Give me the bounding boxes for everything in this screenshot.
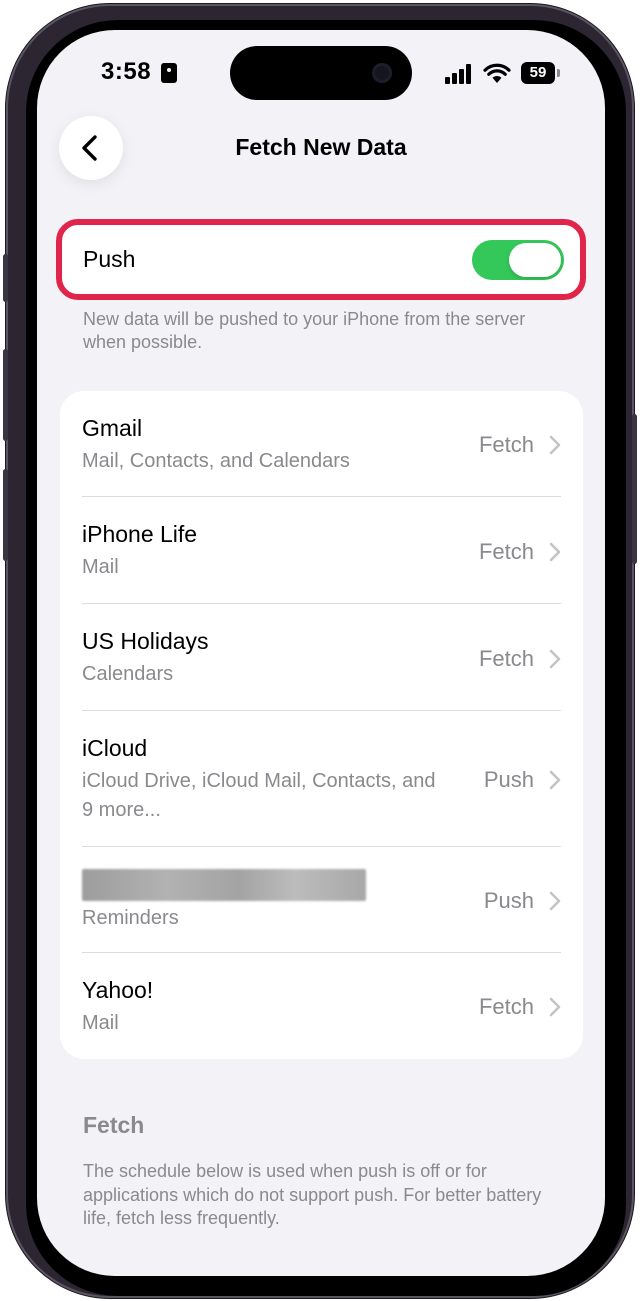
push-label: Push <box>83 246 136 272</box>
fetch-section-header: Fetch <box>83 1112 145 1138</box>
cellular-signal-icon <box>445 64 473 84</box>
push-footer-text: New data will be pushed to your iPhone f… <box>83 309 526 352</box>
focus-person-icon <box>161 63 177 83</box>
account-row-redacted[interactable]: Reminders Push <box>60 847 583 953</box>
dynamic-island <box>230 46 412 100</box>
battery-tip <box>557 69 560 77</box>
toggle-knob <box>509 243 561 277</box>
chevron-right-icon <box>549 435 561 455</box>
account-row-iphone-life[interactable]: iPhone Life Mail Fetch <box>60 497 583 604</box>
chevron-right-icon <box>549 891 561 911</box>
power-button <box>632 414 637 564</box>
camera-icon <box>372 63 392 83</box>
fetch-section-footer: The schedule below is used when push is … <box>83 1161 542 1228</box>
account-row-us-holidays[interactable]: US Holidays Calendars Fetch <box>60 604 583 711</box>
volume-down-button <box>3 469 8 561</box>
account-title: Gmail <box>82 415 143 441</box>
account-subtitle: iCloud Drive, iCloud Mail, Contacts, and… <box>82 770 436 821</box>
account-fetch-mode: Fetch <box>478 994 534 1019</box>
status-time: 3:58 <box>101 58 152 85</box>
account-subtitle: Calendars <box>82 663 174 685</box>
account-title: iCloud <box>82 735 148 761</box>
chevron-right-icon <box>549 770 561 790</box>
account-row-icloud[interactable]: iCloud iCloud Drive, iCloud Mail, Contac… <box>60 711 583 847</box>
chevron-right-icon <box>549 997 561 1017</box>
account-subtitle: Mail <box>82 556 119 578</box>
accounts-list: Gmail Mail, Contacts, and Calendars Fetc… <box>60 391 583 1059</box>
volume-up-button <box>3 349 8 441</box>
account-fetch-mode: Push <box>483 767 534 792</box>
account-row-yahoo[interactable]: Yahoo! Mail Fetch <box>60 953 583 1059</box>
chevron-right-icon <box>549 649 561 669</box>
account-fetch-mode: Fetch <box>478 539 534 564</box>
account-title: US Holidays <box>82 628 209 654</box>
account-fetch-mode: Push <box>483 888 534 913</box>
account-title: Yahoo! <box>82 977 154 1003</box>
page-title: Fetch New Data <box>235 134 407 160</box>
chevron-right-icon <box>549 542 561 562</box>
redacted-account-name <box>82 869 366 901</box>
account-fetch-mode: Fetch <box>478 432 534 457</box>
screen: 3:58 59 Fetch New Data Push New data wil… <box>37 30 605 1276</box>
action-button <box>3 254 8 302</box>
wifi-icon <box>483 63 511 83</box>
account-subtitle: Mail, Contacts, and Calendars <box>82 450 350 472</box>
push-toggle[interactable] <box>472 240 564 280</box>
battery-icon: 59 <box>521 62 555 84</box>
account-fetch-mode: Fetch <box>478 646 534 671</box>
account-row-gmail[interactable]: Gmail Mail, Contacts, and Calendars Fetc… <box>60 391 583 497</box>
account-subtitle: Reminders <box>82 907 179 929</box>
account-title: iPhone Life <box>82 521 198 547</box>
account-subtitle: Mail <box>82 1012 119 1034</box>
